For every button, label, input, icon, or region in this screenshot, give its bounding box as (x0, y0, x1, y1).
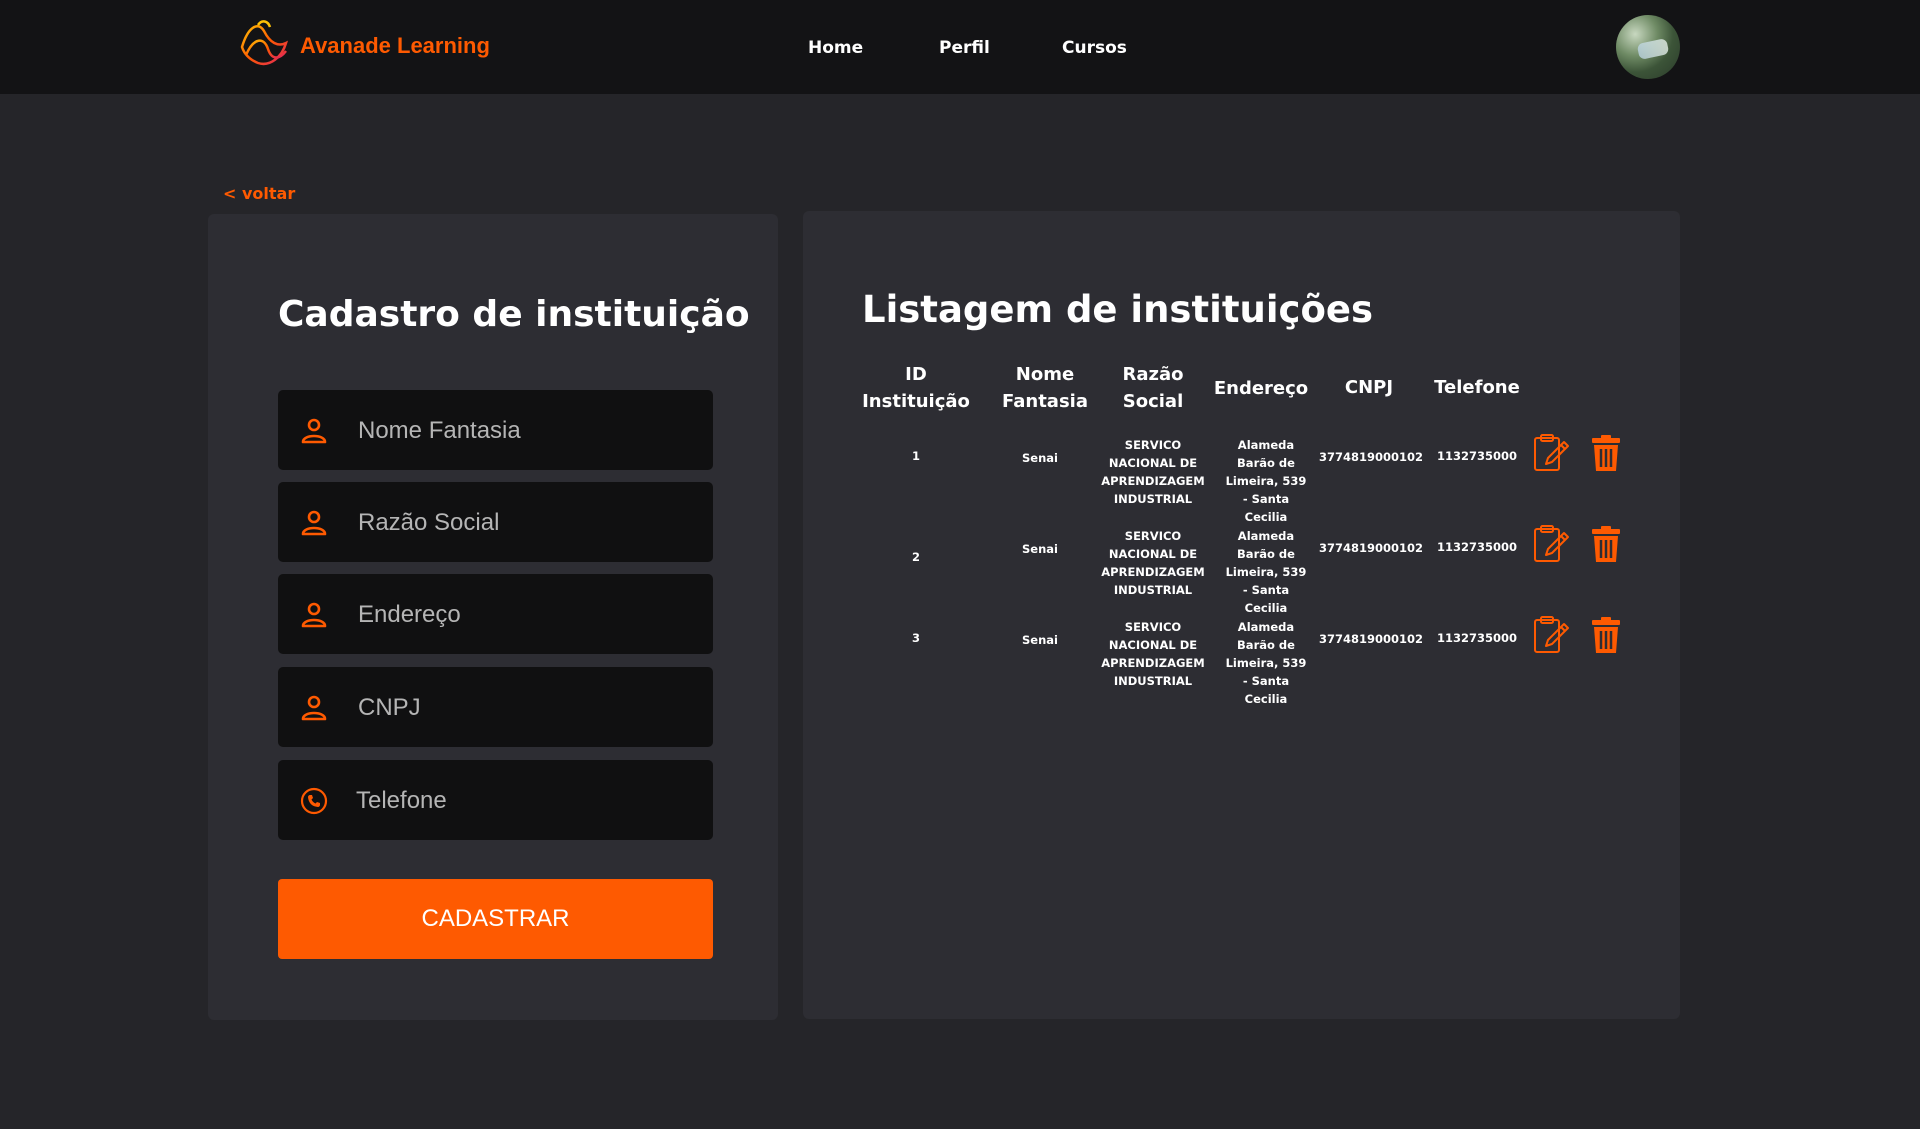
top-navbar: Avanade Learning Home Perfil Cursos (0, 0, 1920, 94)
user-icon (301, 602, 327, 628)
header-telefone: Telefone (1434, 377, 1520, 398)
cell-telefone: 1132735000 (1437, 631, 1518, 645)
edit-icon[interactable] (1530, 432, 1572, 474)
cell-id: 3 (911, 631, 920, 645)
institution-list-panel: Listagem de instituições ID Instituição … (803, 211, 1680, 1019)
cell-cnpj: 3774819000102 (1319, 541, 1424, 555)
endereco-field (278, 574, 713, 654)
cell-telefone: 1132735000 (1437, 540, 1518, 554)
cell-endereco: Alameda Barão de Limeira, 539 - Santa Ce… (1225, 529, 1307, 615)
nav-cursos-link[interactable]: Cursos (1062, 38, 1127, 58)
cell-nome-fantasia: Senai (1022, 633, 1058, 647)
cell-razao-social: SERVICO NACIONAL DE APRENDIZAGEM INDUSTR… (1101, 438, 1205, 506)
nome-fantasia-field (278, 390, 713, 470)
avanade-logo-icon (238, 17, 290, 75)
edit-icon[interactable] (1530, 523, 1572, 565)
list-title: Listagem de instituições (862, 288, 1374, 331)
back-link[interactable]: < voltar (223, 184, 295, 203)
razao-social-field (278, 482, 713, 562)
edit-icon[interactable] (1530, 614, 1572, 656)
cell-nome-fantasia: Senai (1022, 451, 1058, 465)
form-title: Cadastro de instituição (278, 294, 750, 335)
user-avatar[interactable] (1616, 15, 1680, 79)
header-nome-fantasia: Nome Fantasia (1002, 364, 1088, 412)
header-razao-social: Razão Social (1122, 364, 1184, 412)
cell-telefone: 1132735000 (1437, 449, 1518, 463)
telefone-input[interactable] (354, 780, 698, 822)
nav-perfil-link[interactable]: Perfil (939, 38, 990, 58)
user-icon (301, 510, 327, 536)
registration-form-panel: Cadastro de instituição Nome Fantasia Ra… (208, 214, 778, 1020)
trash-icon[interactable] (1585, 523, 1627, 565)
cell-id: 2 (911, 550, 920, 564)
header-id: ID Instituição (862, 364, 970, 412)
telefone-field (278, 760, 713, 840)
razao-social-input[interactable] (356, 502, 700, 544)
endereco-input[interactable] (356, 594, 700, 636)
nome-fantasia-input[interactable] (356, 410, 700, 452)
cnpj-input[interactable] (356, 687, 700, 729)
trash-icon[interactable] (1585, 614, 1627, 656)
brand-logo[interactable]: Avanade Learning (238, 17, 490, 75)
cell-cnpj: 3774819000102 (1319, 450, 1424, 464)
cell-razao-social: SERVICO NACIONAL DE APRENDIZAGEM INDUSTR… (1101, 529, 1205, 597)
brand-name: Avanade Learning (300, 33, 490, 58)
cell-cnpj: 3774819000102 (1319, 632, 1424, 646)
user-icon (301, 695, 327, 721)
cell-endereco: Alameda Barão de Limeira, 539 - Santa Ce… (1225, 620, 1307, 706)
cell-endereco: Alameda Barão de Limeira, 539 - Santa Ce… (1225, 438, 1307, 524)
header-cnpj: CNPJ (1344, 377, 1394, 398)
user-icon (301, 418, 327, 444)
cnpj-field (278, 667, 713, 747)
nav-home-link[interactable]: Home (808, 38, 863, 58)
phone-icon (300, 787, 328, 815)
trash-icon[interactable] (1585, 432, 1627, 474)
cell-nome-fantasia: Senai (1022, 542, 1058, 556)
cell-razao-social: SERVICO NACIONAL DE APRENDIZAGEM INDUSTR… (1101, 620, 1205, 688)
header-endereco: Endereço (1213, 378, 1309, 399)
cadastrar-button[interactable]: CADASTRAR (278, 879, 713, 959)
cell-id: 1 (911, 449, 920, 463)
